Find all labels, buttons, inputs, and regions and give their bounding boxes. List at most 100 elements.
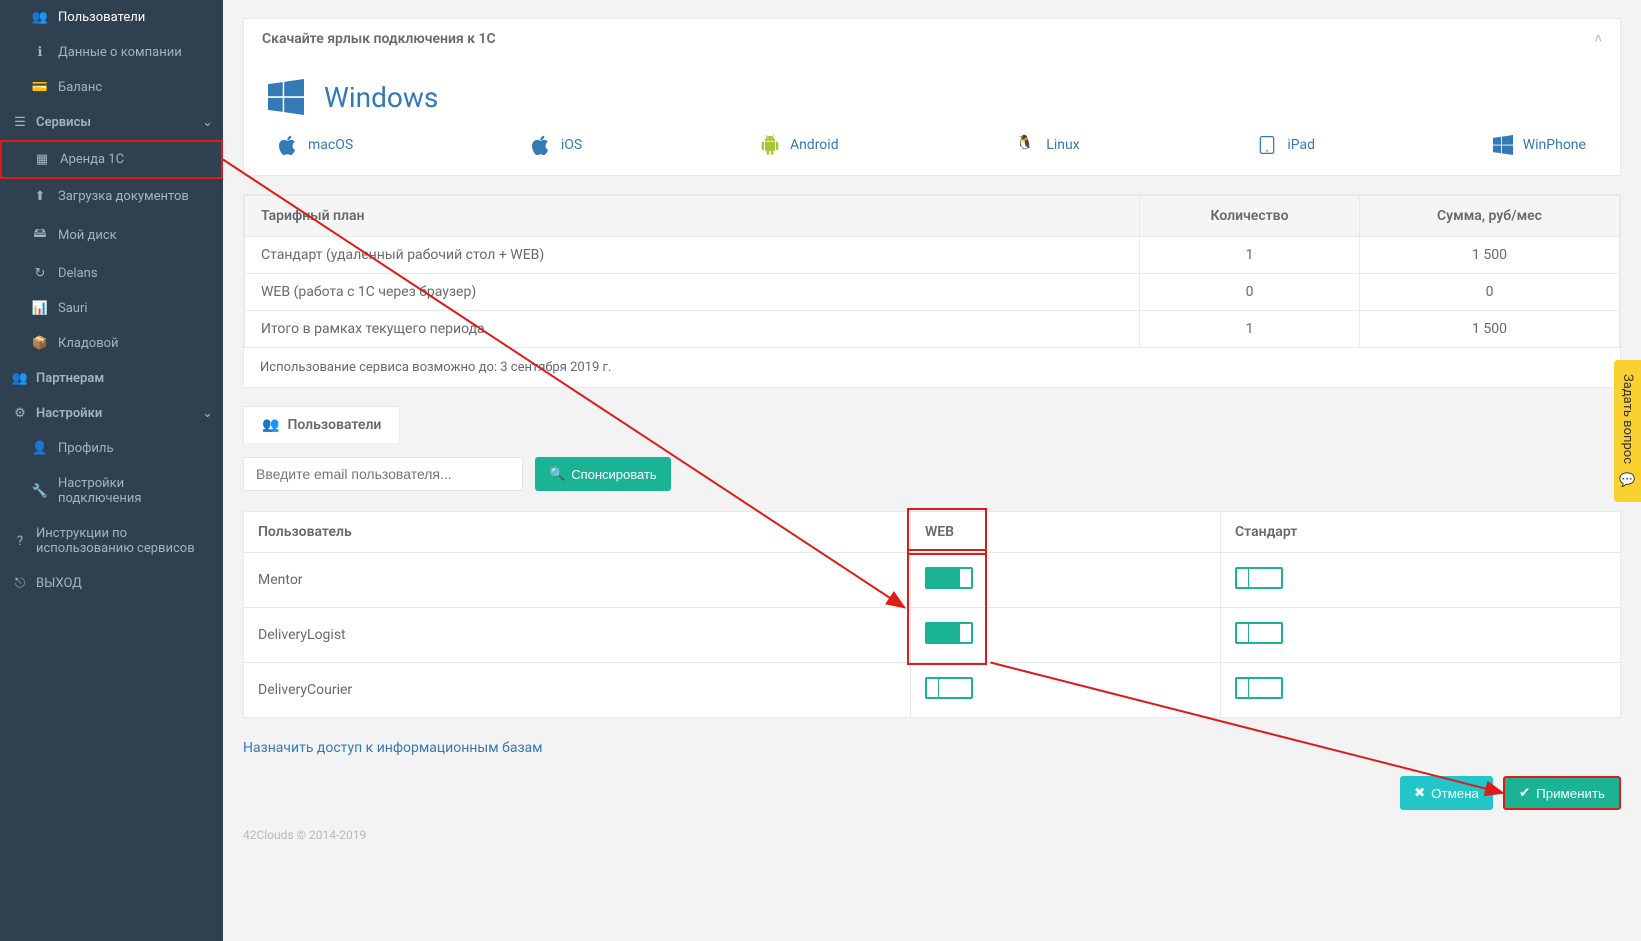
feedback-tab[interactable]: Задать вопрос 💬 <box>1614 360 1641 502</box>
button-label: Отмена <box>1431 786 1479 801</box>
stack-icon: ☰ <box>10 115 30 130</box>
sidebar-item-instructions[interactable]: ? Инструкции по использованию сервисов <box>0 516 223 566</box>
toggle-standard[interactable] <box>1235 677 1283 699</box>
search-icon: 🔍 <box>549 466 565 482</box>
sidebar-item-users[interactable]: 👥 Пользователи <box>0 0 223 35</box>
share-icon: 👥 <box>10 371 30 386</box>
os-label: iOS <box>561 137 582 153</box>
sidebar-item-label: Кладовой <box>58 336 205 351</box>
os-android[interactable]: Android <box>760 135 839 155</box>
toggle-web[interactable] <box>925 622 973 644</box>
th-standard: Стандарт <box>1221 512 1621 553</box>
tablet-icon <box>1257 135 1277 155</box>
table-row: DeliveryCourier <box>244 663 1621 718</box>
tab-users[interactable]: 👥 Пользователи <box>243 406 400 443</box>
sidebar-item-upload-docs[interactable]: ⬆ Загрузка документов <box>0 179 223 214</box>
sidebar-item-label: Загрузка документов <box>58 189 205 204</box>
chat-icon: 💬 <box>1620 472 1635 488</box>
info-icon: ℹ <box>30 45 50 60</box>
sidebar-item-profile[interactable]: 👤 Профиль <box>0 431 223 466</box>
cell-user: DeliveryLogist <box>244 608 911 663</box>
cancel-button[interactable]: ✖ Отмена <box>1400 776 1493 810</box>
linux-icon: 🐧 <box>1016 135 1036 155</box>
sidebar-item-delans[interactable]: ↻ Delans <box>0 256 223 291</box>
sidebar-item-label: Мой диск <box>58 228 205 243</box>
tabs: 👥 Пользователи <box>243 406 1621 443</box>
os-label: Android <box>790 137 839 153</box>
collapse-icon[interactable]: ˄ <box>1594 31 1602 47</box>
os-label: iPad <box>1287 137 1315 153</box>
sidebar-item-company[interactable]: ℹ Данные о компании <box>0 35 223 70</box>
sidebar-item-exit[interactable]: ⎋ ВЫХОД <box>0 566 223 601</box>
apply-button[interactable]: ✔ Применить <box>1503 776 1621 810</box>
main-content: Скачайте ярлык подключения к 1С ˄ Window… <box>223 0 1641 941</box>
sidebar-section-services[interactable]: ☰ Сервисы ⌄ <box>0 105 223 140</box>
sidebar-item-label: Данные о компании <box>58 45 205 60</box>
sidebar-item-kladovoi[interactable]: 📦 Кладовой <box>0 326 223 361</box>
users-table: Пользователь WEB Стандарт Mentor Deliver… <box>243 511 1621 718</box>
logout-icon: ⎋ <box>10 576 30 591</box>
link-assign-access[interactable]: Назначить доступ к информационным базам <box>243 740 543 756</box>
sidebar: 👥 Пользователи ℹ Данные о компании 💳 Бал… <box>0 0 223 941</box>
sidebar-item-label: Delans <box>58 266 205 281</box>
users-icon: 👥 <box>30 10 50 25</box>
os-label: Linux <box>1046 137 1079 153</box>
card-icon: 💳 <box>30 80 50 95</box>
sidebar-item-arenda-1c[interactable]: ▦ Аренда 1С <box>0 140 223 179</box>
os-windows-primary[interactable]: Windows <box>268 79 1596 115</box>
tariff-table: Тарифный план Количество Сумма, руб/мес … <box>244 195 1620 348</box>
toggle-standard[interactable] <box>1235 567 1283 589</box>
email-input[interactable] <box>243 457 523 491</box>
button-label: Спонсировать <box>571 467 657 482</box>
sidebar-section-settings[interactable]: ⚙ Настройки ⌄ <box>0 396 223 431</box>
windows-icon <box>268 79 304 115</box>
toggle-web[interactable] <box>925 677 973 699</box>
search-row: 🔍 Спонсировать <box>243 457 1621 491</box>
tariff-panel: Тарифный план Количество Сумма, руб/мес … <box>243 194 1621 388</box>
users-icon: 👥 <box>262 417 279 433</box>
close-icon: ✖ <box>1414 785 1425 801</box>
th-plan: Тарифный план <box>245 196 1140 237</box>
download-panel-title: Скачайте ярлык подключения к 1С <box>262 31 496 47</box>
gear-icon: ⚙ <box>10 406 30 421</box>
sidebar-item-conn-settings[interactable]: 🔧 Настройки подключения <box>0 466 223 516</box>
tab-label: Пользователи <box>287 417 381 433</box>
button-label: Применить <box>1536 786 1605 801</box>
os-linux[interactable]: 🐧 Linux <box>1016 135 1079 155</box>
table-row: WEB (работа с 1С через браузер) 0 0 <box>245 274 1620 311</box>
th-sum: Сумма, руб/мес <box>1360 196 1620 237</box>
th-user: Пользователь <box>244 512 911 553</box>
sidebar-item-label: Sauri <box>58 301 205 316</box>
os-ipad[interactable]: iPad <box>1257 135 1315 155</box>
sidebar-item-label: Настройки подключения <box>58 476 205 506</box>
check-icon: ✔ <box>1519 785 1530 801</box>
os-label: WinPhone <box>1523 137 1586 153</box>
windows-icon <box>1493 135 1513 155</box>
os-macos[interactable]: macOS <box>278 135 353 155</box>
table-row: Итого в рамках текущего периода 1 1 500 <box>245 311 1620 348</box>
upload-icon: ⬆ <box>30 189 50 204</box>
toggle-web[interactable] <box>925 567 973 589</box>
sidebar-item-balance[interactable]: 💳 Баланс <box>0 70 223 105</box>
table-row: Mentor <box>244 553 1621 608</box>
disk-icon: 🖴 <box>30 224 50 246</box>
sidebar-section-partners[interactable]: 👥 Партнерам <box>0 361 223 396</box>
box-icon: 📦 <box>30 336 50 351</box>
th-web: WEB <box>911 512 1221 553</box>
th-qty: Количество <box>1140 196 1360 237</box>
os-winphone[interactable]: WinPhone <box>1493 135 1586 155</box>
apple-icon <box>278 135 298 155</box>
toggle-standard[interactable] <box>1235 622 1283 644</box>
sidebar-item-mydisk[interactable]: 🖴 Мой диск <box>0 214 223 256</box>
tariff-note: Использование сервиса возможно до: 3 сен… <box>244 348 1620 387</box>
refresh-icon: ↻ <box>30 266 50 281</box>
wrench-icon: 🔧 <box>30 484 50 499</box>
sidebar-item-label: Баланс <box>58 80 205 95</box>
chart-icon: 📊 <box>30 301 50 316</box>
os-ios[interactable]: iOS <box>531 135 582 155</box>
sponsor-button[interactable]: 🔍 Спонсировать <box>535 457 671 491</box>
question-icon: ? <box>10 534 30 549</box>
sidebar-item-sauri[interactable]: 📊 Sauri <box>0 291 223 326</box>
feedback-label: Задать вопрос <box>1620 374 1635 464</box>
users-panel: Пользователь WEB Стандарт Mentor Deliver… <box>243 511 1621 718</box>
